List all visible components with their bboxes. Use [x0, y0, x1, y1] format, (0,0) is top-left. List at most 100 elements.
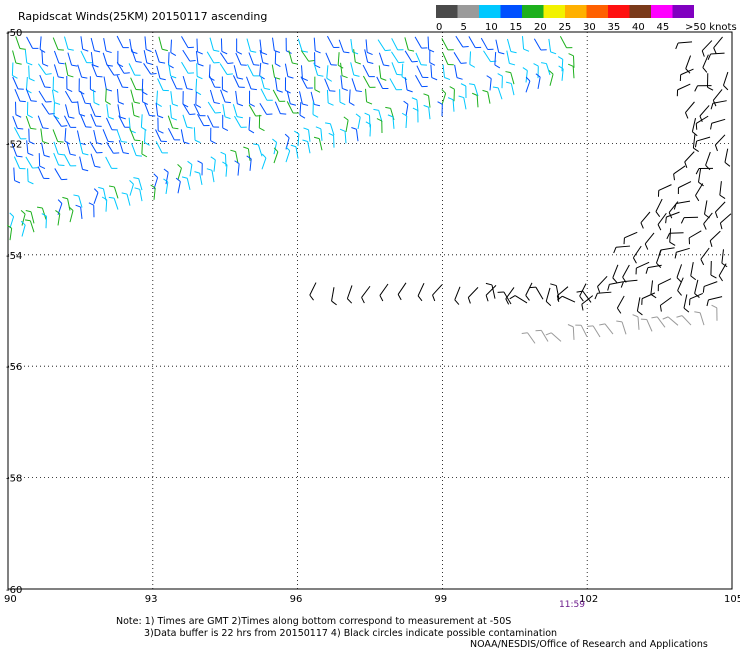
wind-barb — [128, 63, 141, 76]
wind-barb — [169, 104, 178, 121]
wind-barb — [711, 304, 718, 321]
wind-barb — [655, 198, 663, 217]
wind-barb — [650, 280, 657, 299]
wind-barb — [713, 36, 723, 54]
wind-barb — [387, 114, 395, 129]
wind-barb — [258, 114, 265, 132]
wind-barb — [220, 38, 228, 55]
wind-barb — [343, 116, 349, 133]
wind-barb — [77, 101, 86, 117]
wind-barb — [468, 36, 482, 49]
wind-barb — [12, 50, 22, 65]
wind-barb — [706, 296, 723, 307]
wind-barb — [651, 316, 666, 328]
wind-barb — [644, 232, 655, 250]
wind-barb — [471, 92, 479, 108]
wind-barb — [441, 38, 454, 51]
wind-barb — [556, 286, 569, 302]
wind-barb — [351, 127, 359, 142]
wind-barb — [441, 89, 447, 105]
wind-barb — [702, 54, 709, 73]
wind-barb — [509, 295, 528, 304]
wind-barb — [469, 51, 476, 68]
wind-barb — [430, 64, 438, 81]
wind-barb — [303, 127, 311, 142]
wind-barb — [417, 282, 425, 302]
wind-barb — [272, 37, 281, 53]
wind-barb — [130, 77, 142, 91]
note-line-1: Note: 1) Times are GMT 2)Times along bot… — [116, 616, 511, 627]
map-title: Rapidscat Winds(25KM) 20150117 ascending — [18, 10, 267, 23]
wind-barb — [710, 261, 717, 279]
wind-barb — [76, 130, 86, 146]
legend-swatch-4 — [522, 5, 544, 18]
lat-label: -60 — [6, 585, 22, 596]
wind-barb — [40, 128, 49, 144]
wind-barb — [63, 154, 77, 167]
wind-barb — [129, 38, 138, 55]
wind-barb — [66, 76, 73, 93]
legend-swatch-10 — [651, 5, 673, 18]
wind-barb — [535, 329, 549, 342]
wind-barb — [622, 264, 630, 283]
lat-label: -52 — [6, 139, 22, 150]
wind-barb — [397, 282, 407, 301]
wind-barb — [325, 52, 337, 66]
wind-barb — [353, 49, 361, 65]
lon-label: 105 — [724, 594, 740, 605]
wind-barb — [221, 76, 228, 93]
legend-swatch-1 — [457, 5, 479, 18]
wind-barb — [361, 285, 371, 304]
wind-barb — [521, 36, 530, 52]
wind-barb — [235, 90, 244, 107]
wind-barb — [376, 118, 383, 133]
wind-barb — [302, 139, 311, 154]
wind-barb — [157, 78, 169, 92]
wind-barb — [193, 103, 206, 117]
wind-barb — [346, 285, 353, 304]
wind-barb — [144, 103, 156, 117]
wind-barb — [351, 78, 362, 93]
wind-barb — [613, 245, 631, 254]
wind-barb — [497, 73, 503, 89]
wind-barb — [233, 65, 244, 80]
wind-barb — [665, 211, 680, 224]
wind-barb — [557, 295, 576, 303]
note-line-2: 3)Data buffer is 22 hrs from 20150117 4)… — [144, 628, 557, 639]
wind-barb — [236, 38, 243, 55]
legend-label-8: 40 — [632, 22, 645, 33]
wind-barb — [131, 143, 142, 157]
wind-barb — [412, 107, 419, 123]
wind-barb — [175, 177, 181, 194]
wind-barb — [339, 128, 347, 144]
wind-barb — [249, 90, 255, 107]
lon-label: 96 — [290, 594, 303, 605]
wind-barb — [53, 141, 65, 156]
wind-barb — [24, 219, 35, 233]
wind-barb — [274, 77, 283, 93]
wind-barb — [153, 173, 159, 190]
wind-barb — [558, 65, 564, 81]
wind-barb — [206, 51, 220, 64]
wind-barb — [599, 323, 614, 335]
wind-barb — [248, 52, 260, 66]
wind-barb — [284, 77, 291, 94]
wind-barb — [248, 104, 262, 117]
wind-barb — [587, 325, 601, 338]
wind-barb — [170, 76, 183, 90]
wind-barb — [271, 64, 281, 80]
wind-barb — [677, 277, 684, 296]
wind-barb — [442, 64, 451, 81]
wind-barb — [575, 324, 588, 338]
legend-swatch-0 — [436, 5, 458, 18]
wind-barb — [105, 117, 118, 131]
wind-barb — [719, 181, 726, 200]
wind-barb — [234, 160, 240, 176]
wind-barb — [362, 75, 376, 88]
wind-barb — [63, 36, 74, 51]
wind-barb — [378, 52, 390, 67]
wind-barb — [80, 114, 92, 128]
wind-barb — [144, 36, 152, 53]
wind-barb — [134, 187, 143, 202]
wind-barb — [314, 52, 321, 69]
